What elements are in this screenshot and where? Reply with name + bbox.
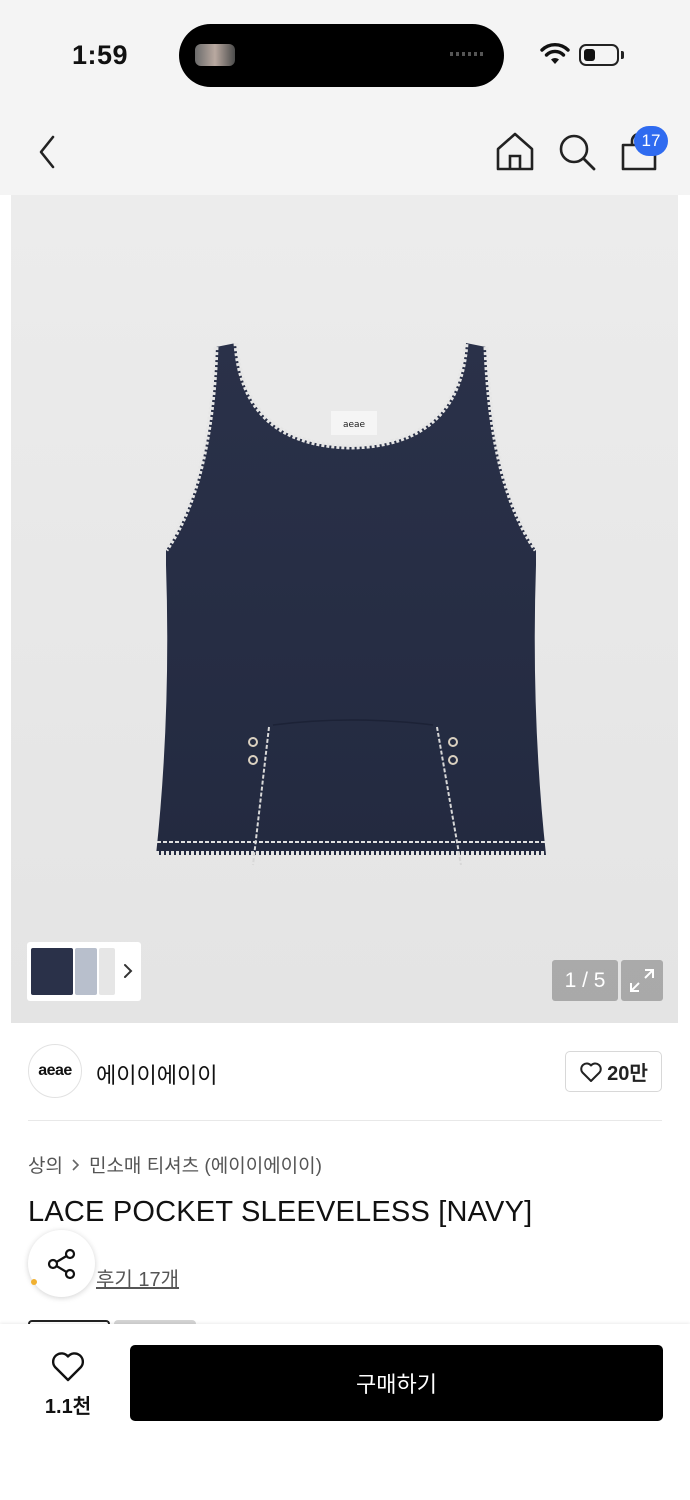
brand-logo[interactable]: aeae — [28, 1044, 82, 1098]
breadcrumb: 상의 민소매 티셔츠 (에이이에이이) — [28, 1151, 322, 1178]
battery-tip — [621, 51, 624, 59]
island-indicator — [450, 52, 486, 56]
brand-like-button[interactable]: 20만 — [565, 1051, 662, 1092]
garment-label-logo: aeae — [343, 420, 366, 430]
status-time: 1:59 — [72, 40, 129, 70]
thumbnail-strip[interactable] — [27, 942, 141, 1001]
share-button[interactable] — [28, 1230, 95, 1297]
buy-button[interactable]: 구매하기 — [130, 1345, 663, 1421]
heart-icon — [580, 1062, 602, 1082]
cart-count-badge: 17 — [634, 126, 668, 156]
wishlist-count: 1.1천 — [44, 1396, 92, 1418]
battery-icon — [579, 44, 619, 66]
product-title: LACE POCKET SLEEVELESS [NAVY] — [28, 1196, 533, 1228]
chevron-right-icon — [72, 1158, 80, 1171]
rating-star-icon — [31, 1279, 37, 1285]
breadcrumb-category[interactable]: 상의 — [28, 1151, 63, 1178]
thumbnail-detail[interactable] — [99, 948, 115, 995]
image-counter: 1 / 5 — [552, 960, 618, 1001]
wifi-icon — [540, 43, 570, 64]
chevron-right-icon — [124, 964, 133, 978]
search-icon[interactable] — [555, 130, 599, 174]
thumbnail-gray[interactable] — [75, 948, 97, 995]
brand-row[interactable]: aeae 에이이에이이 20만 — [0, 1023, 690, 1121]
review-link[interactable]: 후기 17개 — [96, 1263, 179, 1292]
product-image-gallery[interactable]: aeae 1 / 5 — [11, 195, 678, 1023]
dynamic-island — [179, 24, 504, 87]
back-chevron-icon[interactable] — [26, 130, 70, 174]
top-nav — [0, 110, 690, 195]
product-photo-sleeveless-top: aeae — [156, 342, 546, 866]
expand-button[interactable] — [621, 960, 663, 1001]
now-playing-thumbnail — [195, 44, 235, 66]
brand-like-count: 20만 — [607, 1063, 648, 1085]
share-icon — [47, 1248, 75, 1279]
heart-icon — [51, 1352, 85, 1382]
wishlist-button[interactable]: 1.1천 — [28, 1346, 108, 1421]
thumbnail-navy[interactable] — [31, 948, 73, 995]
divider — [28, 1120, 662, 1121]
status-bar: 1:59 — [0, 0, 690, 110]
expand-icon — [630, 969, 654, 992]
breadcrumb-subcategory[interactable]: 민소매 티셔츠 (에이이에이이) — [89, 1151, 322, 1178]
brand-name[interactable]: 에이이에이이 — [96, 1058, 217, 1090]
home-icon[interactable] — [493, 130, 537, 174]
